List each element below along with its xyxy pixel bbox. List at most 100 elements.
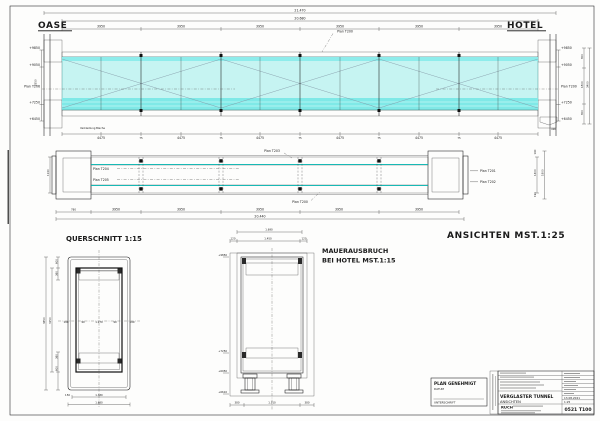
dim-label: 120 xyxy=(302,237,307,241)
sheet-number: 0521 T100 xyxy=(564,407,591,413)
plan-ref-label: Plan T202 xyxy=(480,180,496,184)
dim-label: 1.680 xyxy=(95,400,103,404)
plan-ref-label: Plan T203 xyxy=(264,149,280,153)
dim-label: 3950 xyxy=(256,25,264,29)
dim-label: 4475 xyxy=(494,136,502,140)
canopy-bracket xyxy=(539,116,558,126)
elevation-mark: +6950 xyxy=(218,369,227,373)
dim-label: 4475 xyxy=(415,136,423,140)
dim-label: 4475 xyxy=(336,136,344,140)
dim-label: 3950 xyxy=(256,208,264,212)
dim-label: 1.380 xyxy=(95,393,103,397)
sidebar-strip xyxy=(489,370,499,415)
dim-label: 3950 xyxy=(336,25,344,29)
dim-label: 190 xyxy=(533,192,537,197)
dim-label: 490 xyxy=(551,127,556,131)
plan-ref-label: Plan T204 xyxy=(93,167,109,171)
elevation-mark: +9050 xyxy=(29,63,40,67)
dim-label: 75 xyxy=(298,136,302,140)
project-subtitle: ANSICHTEN xyxy=(500,400,521,404)
wall-hotel xyxy=(537,34,557,136)
mauerausbruch-title-2: BEI HOTEL MST.1:15 xyxy=(322,257,396,265)
dim-label: 75 xyxy=(139,136,143,140)
plan-ref-label: Plan T205 xyxy=(93,178,109,182)
dim-label: 4475 xyxy=(97,136,105,140)
elevation-mark: +6450 xyxy=(29,117,40,121)
plan-end-hotel xyxy=(427,150,469,200)
glazed-tunnel: 490 xyxy=(61,51,558,131)
plan-ref-label: Plan T200 xyxy=(292,200,308,204)
dim-label: 75 xyxy=(219,136,223,140)
plan-ref-label: Plan T206 xyxy=(24,85,40,89)
dim-label: 360 xyxy=(54,271,58,276)
elevation-mark: +9850 xyxy=(29,46,40,50)
dim-label: 4475 xyxy=(256,136,264,140)
dim-label: 3950 xyxy=(494,25,502,29)
dim-label: 3950 xyxy=(97,25,105,29)
dim-label: 1.690 xyxy=(265,228,273,232)
dim-label: 75 xyxy=(457,136,461,140)
dim-label: 3150 xyxy=(48,317,52,324)
title-table: VERGLASTER TUNNEL ANSICHTEN RUCH 13.08.2… xyxy=(497,370,595,415)
title-block: PLAN GENEHMIGT DATUM UNTERSCHRIFT VERGLA… xyxy=(430,370,595,415)
elevation-mark: +9850 xyxy=(561,46,572,50)
dim-label: 1.310 xyxy=(268,401,276,405)
dim-label: 3950 xyxy=(415,208,423,212)
dim-label: 90 xyxy=(113,320,117,324)
oase-label: OASE xyxy=(38,21,67,31)
dim-label: 1140 xyxy=(46,169,50,176)
dim-label: 3950 xyxy=(112,208,120,212)
querschnitt-title: QUERSCHNITT 1:15 xyxy=(66,235,142,243)
dim-label: 120 xyxy=(231,237,236,241)
elevation-view: OASE HOTEL 490 21.470 20.680 3950 3950 3… xyxy=(24,9,592,140)
cad-drawing: OASE HOTEL 490 21.470 20.680 3950 3950 3… xyxy=(7,5,595,416)
elevation-mark: +7250 xyxy=(561,101,572,105)
dim-label: 600 xyxy=(54,366,58,371)
dim-label: 21.470 xyxy=(294,9,305,13)
elevation-bottom-dims: Verkleidung Bleche 4475 4475 4475 4475 4… xyxy=(61,126,539,140)
plan-ref-label: Plan T200 xyxy=(337,30,353,34)
elevation-mark: +9850 xyxy=(218,253,227,257)
elevation-top-dims: 21.470 20.680 3950 3950 3950 3950 3950 3… xyxy=(43,9,557,53)
drawing-scale: 1:25 xyxy=(564,400,571,404)
elevation-mark: +9050 xyxy=(561,63,572,67)
drawing-sheet: OASE HOTEL 490 21.470 20.680 3950 3950 3… xyxy=(0,0,600,421)
elevation-mark: +7250 xyxy=(29,101,40,105)
plan-side-dims: 1140 190 1400 1800 190 xyxy=(46,149,547,200)
dim-label: 190 xyxy=(130,320,135,324)
dim-label: 1.270 xyxy=(95,320,103,324)
dim-label: 380 xyxy=(305,401,310,405)
dim-label: 3950 xyxy=(177,208,185,212)
wall-oase xyxy=(43,34,63,136)
mauerausbruch-title-1: MAUERAUSBRUCH xyxy=(322,247,388,255)
plan-ref-label: Plan T200 xyxy=(561,85,577,89)
dim-label: 780 xyxy=(71,208,76,212)
approval-sign-label: UNTERSCHRIFT xyxy=(434,401,456,405)
dim-label: 380 xyxy=(235,401,240,405)
wall-opening-view: MAUERAUSBRUCH BEI HOTEL MST.1:15 1.690 1… xyxy=(218,228,396,410)
dim-label: 2550 xyxy=(34,79,38,86)
dim-label: 75 xyxy=(377,136,381,140)
dim-label: 3400 xyxy=(586,81,590,88)
approval-date-label: DATUM xyxy=(434,387,445,391)
dim-label: 4475 xyxy=(177,136,185,140)
note-label: Verkleidung Bleche xyxy=(80,126,105,130)
plan-rails xyxy=(90,155,429,195)
approval-box: PLAN GENEHMIGT DATUM UNTERSCHRIFT xyxy=(430,377,488,407)
dim-label: 20.440 xyxy=(254,215,265,219)
dim-label: 20.680 xyxy=(294,17,305,21)
dim-label: 3650 xyxy=(42,317,46,324)
elevation-mark: +7250 xyxy=(218,349,227,353)
cross-section-view: QUERSCHNITT 1:15 190 90 1.270 90 190 365… xyxy=(42,235,142,408)
plan-bottom-dims: 780 3950 3950 3950 3950 3950 20.440 xyxy=(55,208,465,221)
plan-ref-label: Plan T201 xyxy=(480,169,496,173)
column-feet xyxy=(240,373,304,394)
firm-name: RUCH xyxy=(501,405,513,410)
elevation-mark: +6450 xyxy=(561,117,572,121)
dim-label: 800 xyxy=(580,110,584,115)
plan-end-oase xyxy=(51,150,92,200)
dim-label: 600 xyxy=(54,259,58,264)
dim-label: 3950 xyxy=(177,25,185,29)
dim-label: 3950 xyxy=(335,208,343,212)
dim-label: 90 xyxy=(81,320,85,324)
